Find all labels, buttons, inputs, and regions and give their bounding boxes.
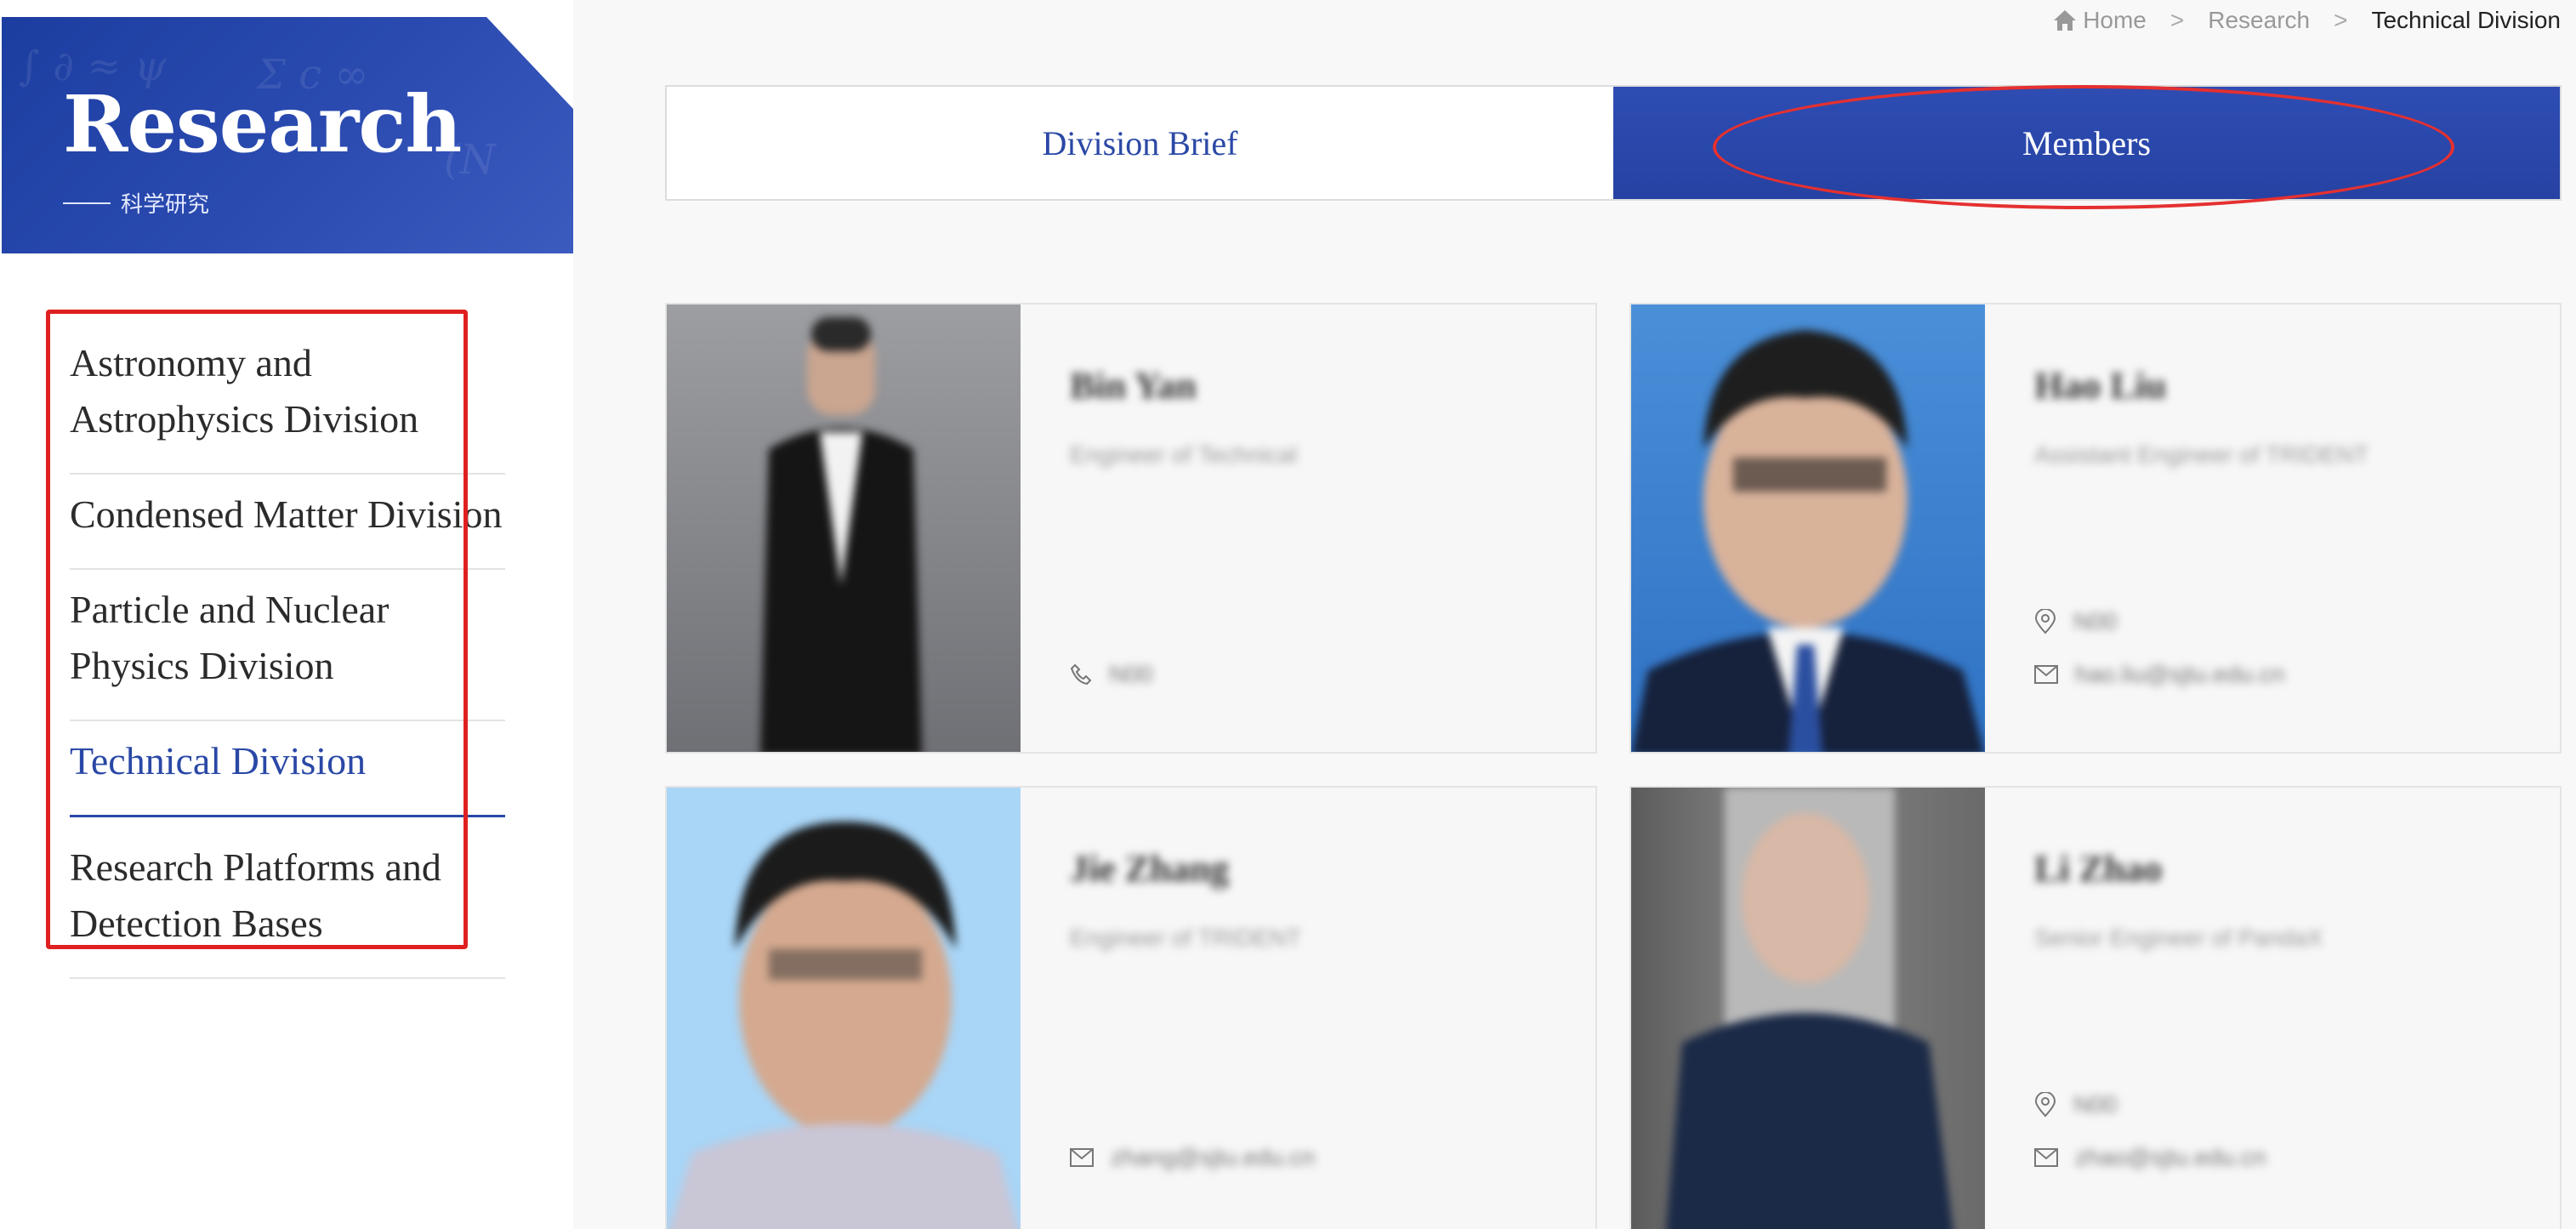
division-tabs: Division Brief Members xyxy=(665,85,2562,201)
member-email-line: hao.liu@sjtu.edu.cn xyxy=(2034,648,2284,701)
member-title: Senior Engineer of PandaX xyxy=(2034,925,2323,951)
member-office: N00 xyxy=(1109,661,1153,687)
member-contact: N00 xyxy=(1070,648,1152,701)
location-icon xyxy=(2034,609,2056,634)
tab-members[interactable]: Members xyxy=(1613,87,2560,199)
location-icon xyxy=(2034,1092,2056,1118)
member-photo xyxy=(667,788,1021,1229)
member-card[interactable]: Bin Yan Engineer of Technical N00 xyxy=(665,303,1597,754)
member-title: Engineer of TRIDENT xyxy=(1070,925,1301,951)
member-info: Jie Zhang Engineer of TRIDENT zhang@sjtu… xyxy=(1021,788,1595,1229)
breadcrumb-home-label: Home xyxy=(2083,7,2147,33)
nav-item-technical[interactable]: Technical Division xyxy=(70,721,505,817)
section-banner: ∫ ∂ ≈ ψ Σ c ∞ (N Research 科学研究 xyxy=(2,17,573,253)
mail-icon xyxy=(2034,665,2058,684)
member-title: Engineer of Technical xyxy=(1070,441,1298,468)
member-card[interactable]: Hao Liu Assistant Engineer of TRIDENT N0… xyxy=(1629,303,2562,754)
tab-division-brief[interactable]: Division Brief xyxy=(667,87,1613,199)
home-icon xyxy=(2054,10,2077,31)
section-subtitle: 科学研究 xyxy=(63,187,209,219)
member-info: Bin Yan Engineer of Technical N00 xyxy=(1021,304,1595,752)
member-contact: N00 hao.liu@sjtu.edu.cn xyxy=(2034,595,2284,701)
member-photo xyxy=(1631,304,1985,752)
member-contact: zhang@sjtu.edu.cn xyxy=(1070,1131,1315,1184)
member-title: Assistant Engineer of TRIDENT xyxy=(2034,441,2369,468)
breadcrumb-research[interactable]: Research xyxy=(2208,7,2310,34)
nav-item-particle-nuclear[interactable]: Particle and Nuclear Physics Division xyxy=(70,570,505,721)
section-title: Research xyxy=(63,78,462,170)
section-subtitle-text: 科学研究 xyxy=(121,192,210,218)
breadcrumb-home[interactable]: Home xyxy=(2052,7,2147,34)
member-office: N00 xyxy=(2073,1091,2118,1118)
member-name[interactable]: Jie Zhang xyxy=(1070,847,1595,890)
member-photo xyxy=(667,304,1021,752)
breadcrumb-separator: > xyxy=(2169,7,2185,33)
breadcrumb-current: Technical Division xyxy=(2371,7,2561,33)
member-email[interactable]: zhao@sjtu.edu.cn xyxy=(2075,1144,2266,1171)
member-email-line: zhang@sjtu.edu.cn xyxy=(1070,1131,1315,1184)
breadcrumb-separator: > xyxy=(2334,7,2348,33)
phone-icon xyxy=(1070,663,1092,686)
member-card[interactable]: Jie Zhang Engineer of TRIDENT zhang@sjtu… xyxy=(665,786,1597,1229)
breadcrumb: Home > Research > Technical Division xyxy=(2052,7,2561,34)
member-office-line: N00 xyxy=(1070,648,1152,701)
member-card[interactable]: Li Zhao Senior Engineer of PandaX N00 zh… xyxy=(1629,786,2562,1229)
subtitle-rule xyxy=(63,202,111,204)
member-contact: N00 zhao@sjtu.edu.cn xyxy=(2034,1078,2266,1184)
nav-item-condensed-matter[interactable]: Condensed Matter Division xyxy=(70,475,505,570)
sidebar: ∫ ∂ ≈ ψ Σ c ∞ (N Research 科学研究 Astronomy… xyxy=(0,0,573,1229)
member-email[interactable]: hao.liu@sjtu.edu.cn xyxy=(2075,661,2284,688)
member-name[interactable]: Bin Yan xyxy=(1070,364,1595,407)
member-photo xyxy=(1631,788,1985,1229)
member-name[interactable]: Li Zhao xyxy=(2034,847,2560,890)
member-office-line: N00 xyxy=(2034,1078,2266,1131)
member-info: Li Zhao Senior Engineer of PandaX N00 zh… xyxy=(1985,788,2560,1229)
division-nav: Astronomy and Astrophysics Division Cond… xyxy=(70,323,505,979)
member-name[interactable]: Hao Liu xyxy=(2034,364,2560,407)
mail-icon xyxy=(1070,1148,1094,1167)
member-email-line: zhao@sjtu.edu.cn xyxy=(2034,1131,2266,1184)
member-office: N00 xyxy=(2073,608,2118,634)
nav-item-research-platforms[interactable]: Research Platforms and Detection Bases xyxy=(70,817,505,979)
mail-icon xyxy=(2034,1148,2058,1167)
member-email[interactable]: zhang@sjtu.edu.cn xyxy=(1111,1144,1315,1171)
member-office-line: N00 xyxy=(2034,595,2284,648)
member-info: Hao Liu Assistant Engineer of TRIDENT N0… xyxy=(1985,304,2560,752)
nav-item-astronomy[interactable]: Astronomy and Astrophysics Division xyxy=(70,323,505,475)
